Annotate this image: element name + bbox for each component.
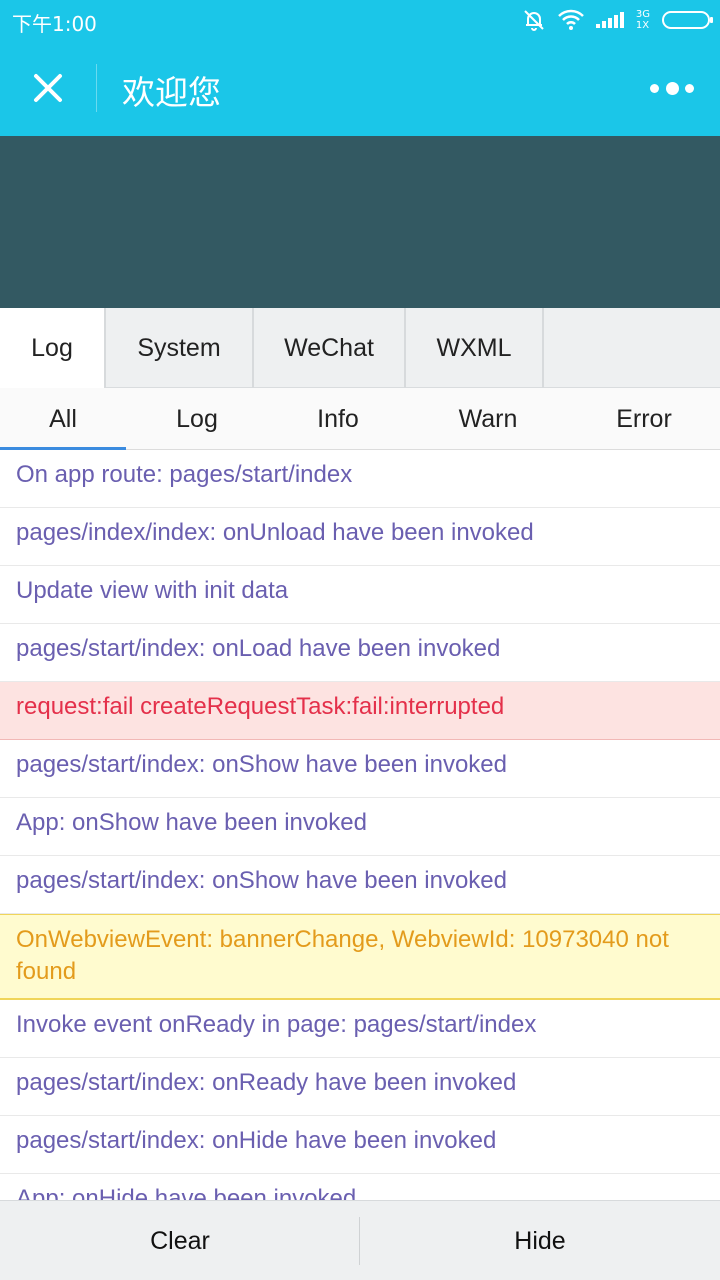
log-entry: On app route: pages/start/index [0, 450, 720, 508]
log-entry: App: onShow have been invoked [0, 798, 720, 856]
close-icon[interactable] [28, 68, 68, 108]
bell-off-icon [524, 10, 544, 31]
bottom-bar: Clear Hide [0, 1200, 720, 1280]
log-entry: pages/start/index: onHide have been invo… [0, 1116, 720, 1174]
battery-icon [662, 11, 713, 29]
signal-icon [595, 12, 624, 28]
log-entry-warn: OnWebviewEvent: bannerChange, WebviewId:… [0, 914, 720, 1000]
log-entry: pages/index/index: onUnload have been in… [0, 508, 720, 566]
network-bottom: 1X [635, 20, 650, 31]
log-filters: All Log Info Warn Error [0, 388, 720, 450]
log-entry: pages/start/index: onLoad have been invo… [0, 624, 720, 682]
log-entry-error: request:fail createRequestTask:fail:inte… [0, 682, 720, 740]
wifi-icon [557, 9, 584, 30]
log-entry: pages/start/index: onReady have been inv… [0, 1058, 720, 1116]
nav-bar: 欢迎您 [0, 40, 720, 136]
log-entry: pages/start/index: onShow have been invo… [0, 856, 720, 914]
tab-log[interactable]: Log [0, 308, 106, 388]
log-list[interactable]: On app route: pages/start/index pages/in… [0, 450, 720, 1200]
nav-divider [96, 64, 97, 112]
log-entry: Invoke event onReady in page: pages/star… [0, 1000, 720, 1058]
tab-wechat[interactable]: WeChat [254, 308, 406, 388]
filter-info[interactable]: Info [268, 388, 408, 450]
log-entry: App: onHide have been invoked [0, 1174, 720, 1200]
hide-button[interactable]: Hide [360, 1201, 720, 1280]
status-time: 下午1:00 [12, 12, 97, 36]
banner [0, 136, 720, 308]
tab-system[interactable]: System [106, 308, 254, 388]
filter-warn[interactable]: Warn [408, 388, 568, 450]
page-title: 欢迎您 [122, 73, 221, 112]
network-label: 3G 1X [636, 9, 650, 31]
filter-all[interactable]: All [0, 388, 126, 450]
filter-log[interactable]: Log [126, 388, 268, 450]
log-entry: pages/start/index: onShow have been invo… [0, 740, 720, 798]
status-icons: 3G 1X [522, 6, 713, 34]
more-icon[interactable] [650, 76, 694, 100]
log-entry: Update view with init data [0, 566, 720, 624]
console-tabs: Log System WeChat WXML [0, 308, 720, 388]
clear-button[interactable]: Clear [0, 1201, 360, 1280]
network-top: 3G [635, 9, 650, 20]
filter-error[interactable]: Error [568, 388, 720, 450]
tab-wxml[interactable]: WXML [406, 308, 544, 388]
status-bar: 下午1:00 3G 1X [0, 0, 720, 40]
